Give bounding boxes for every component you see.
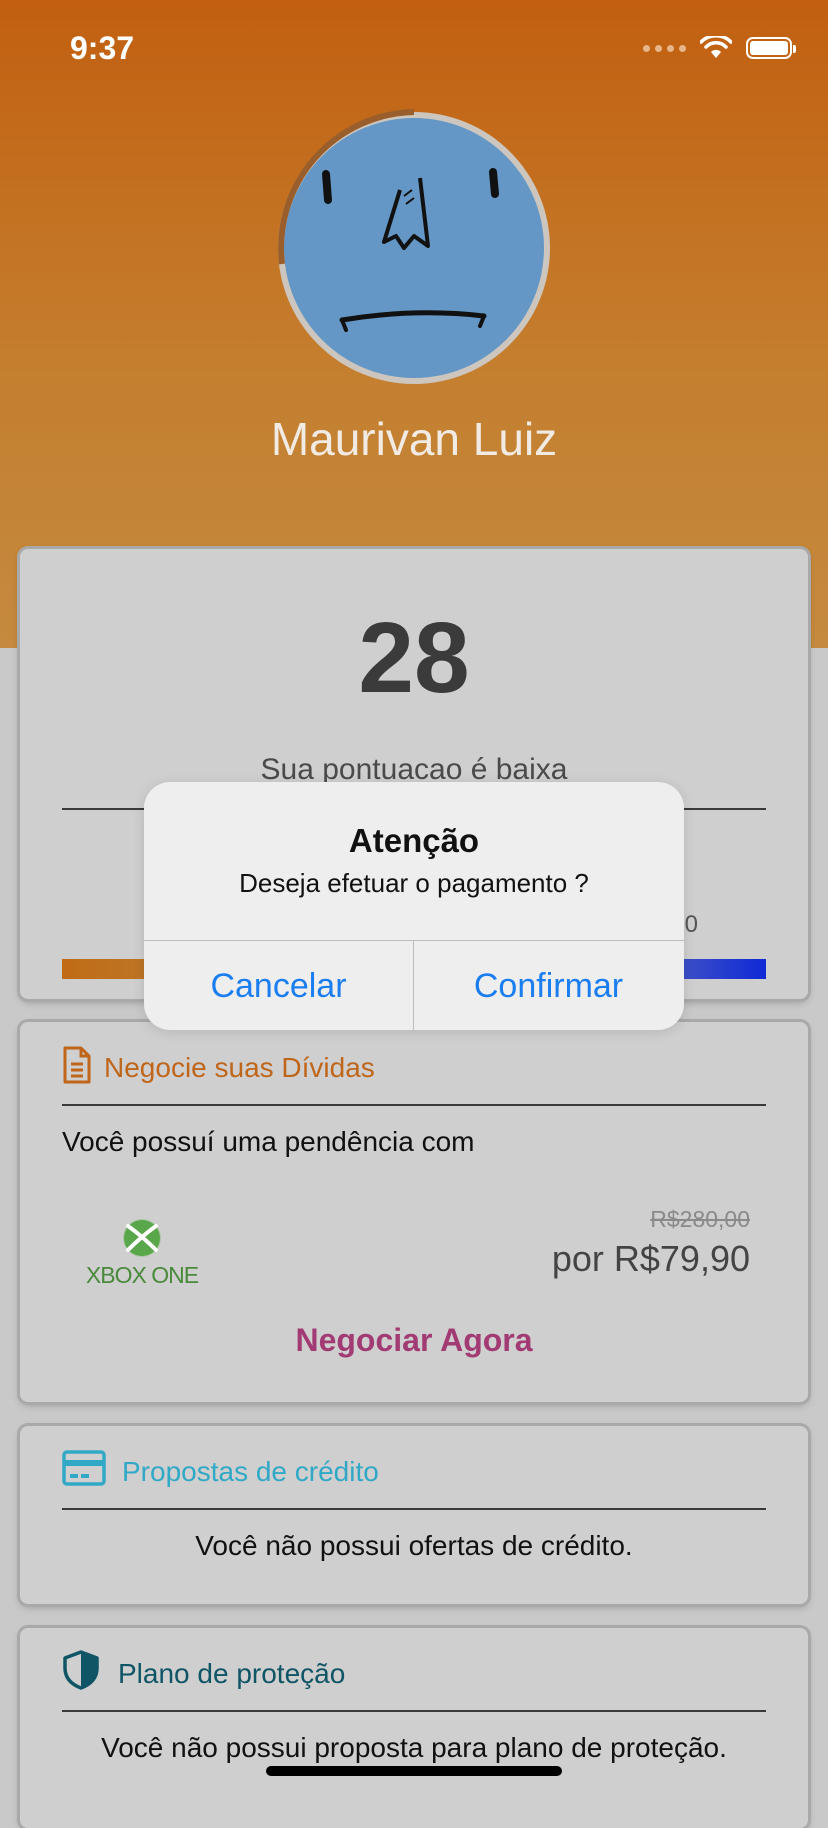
- divider: [62, 1104, 766, 1106]
- credit-empty-text: Você não possui ofertas de crédito.: [195, 1530, 633, 1561]
- document-icon: [63, 1046, 91, 1084]
- debts-pending-text: Você possuí uma pendência com: [62, 1126, 475, 1157]
- xbox-logo-text: XBOX ONE: [85, 1262, 199, 1288]
- shield-icon: [63, 1650, 99, 1690]
- old-price: R$280,00: [650, 1206, 750, 1232]
- alert-message: Deseja efetuar o pagamento ?: [239, 868, 589, 898]
- protection-empty-text: Você não possui proposta para plano de p…: [101, 1732, 727, 1763]
- home-indicator[interactable]: [266, 1766, 562, 1776]
- signal-icon: [643, 44, 686, 52]
- protection-title: Plano de proteção: [118, 1658, 346, 1689]
- credit-card: Propostas de crédito Você não possui ofe…: [20, 1426, 808, 1604]
- confirm-button[interactable]: Confirmar: [414, 942, 683, 1030]
- payment-alert-dialog: Atenção Deseja efetuar o pagamento ? Can…: [144, 782, 684, 1030]
- alert-title: Atenção: [348, 822, 480, 859]
- divider: [62, 1508, 766, 1510]
- xbox-one-logo: XBOX ONE: [82, 1218, 202, 1293]
- status-icons: [643, 36, 796, 60]
- score-max-label: 0: [684, 911, 698, 938]
- divider: [62, 1710, 766, 1712]
- debts-title: Negocie suas Dívidas: [104, 1052, 375, 1083]
- status-time: 9:37: [70, 30, 135, 66]
- battery-icon: [746, 37, 796, 59]
- negotiate-now-button[interactable]: Negociar Agora: [20, 1322, 808, 1359]
- new-price: por R$79,90: [551, 1238, 750, 1279]
- credit-title: Propostas de crédito: [122, 1456, 379, 1487]
- wifi-icon: [700, 36, 732, 58]
- avatar-face-icon: [278, 109, 550, 384]
- cancel-button[interactable]: Cancelar: [144, 942, 413, 1030]
- debts-card: Negocie suas Dívidas Você possuí uma pen…: [20, 1022, 808, 1402]
- alert-divider: [144, 940, 684, 941]
- protection-card: Plano de proteção Você não possui propos…: [20, 1628, 808, 1828]
- credit-card-icon: [62, 1450, 106, 1486]
- score-value: 28: [358, 602, 470, 714]
- profile-name: Maurivan Luiz: [270, 413, 558, 465]
- avatar[interactable]: [274, 108, 554, 388]
